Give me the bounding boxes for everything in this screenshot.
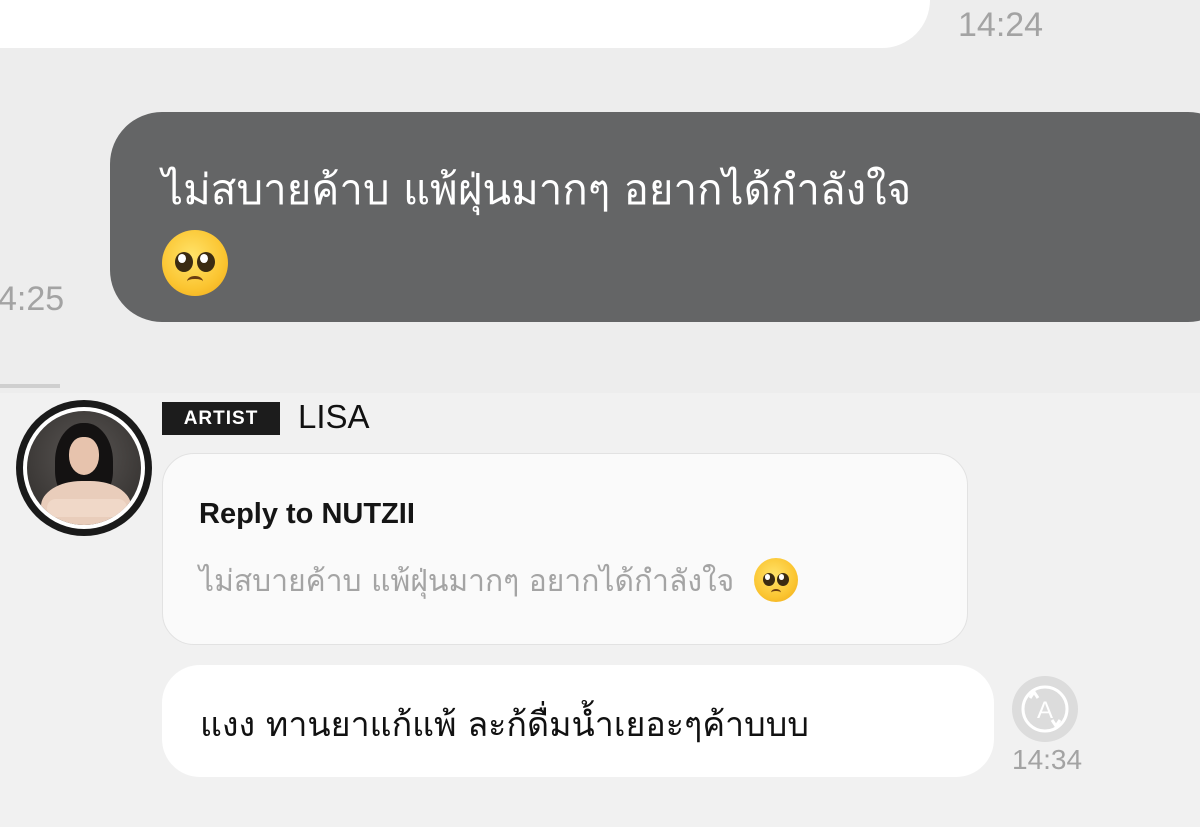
previous-message-time: 14:24	[958, 6, 1044, 44]
sent-message-text: ไม่สบายค้าบ แพ้ฝุ่นมากๆ อยากได้กำลังใจ	[162, 165, 912, 214]
pleading-face-emoji	[753, 557, 798, 602]
sent-message-bubble[interactable]: ไม่สบายค้าบ แพ้ฝุ่นมากๆ อยากได้กำลังใจ	[110, 112, 1200, 322]
artist-message-text: แงง ทานยาแก้แพ้ ละก้ดื่มน้ำเยอะๆค้าบบบ	[200, 705, 809, 745]
svg-text:A: A	[1037, 697, 1053, 724]
translate-icon: A	[1021, 685, 1069, 733]
sent-message-time: 4:25	[0, 280, 65, 318]
quoted-message-text: ไม่สบายค้าบ แพ้ฝุ่นมากๆ อยากได้กำลังใจ	[199, 564, 735, 599]
artist-message-bubble[interactable]: แงง ทานยาแก้แพ้ ละก้ดื่มน้ำเยอะๆค้าบบบ	[162, 665, 994, 777]
sent-message-content: ไม่สบายค้าบ แพ้ฝุ่นมากๆ อยากได้กำลังใจ	[162, 156, 1200, 296]
quoted-message: ไม่สบายค้าบ แพ้ฝุ่นมากๆ อยากได้กำลังใจ	[199, 557, 798, 605]
artist-avatar[interactable]	[16, 400, 152, 536]
artist-badge: ARTIST	[162, 402, 280, 435]
quoted-reply-card[interactable]: Reply to NUTZII ไม่สบายค้าบ แพ้ฝุ่นมากๆ …	[162, 453, 968, 645]
avatar-photo	[27, 411, 141, 525]
artist-message-time: 14:34	[1012, 744, 1083, 775]
divider	[0, 384, 60, 388]
previous-message-bubble[interactable]	[0, 0, 930, 48]
reply-to-label: Reply to NUTZII	[199, 498, 415, 530]
translate-button[interactable]: A	[1012, 676, 1078, 742]
chat-upper-area: 14:24 ไม่สบายค้าบ แพ้ฝุ่นมากๆ อยากได้กำล…	[0, 0, 1200, 393]
artist-name: LISA	[298, 398, 370, 435]
pleading-face-emoji	[162, 229, 228, 296]
